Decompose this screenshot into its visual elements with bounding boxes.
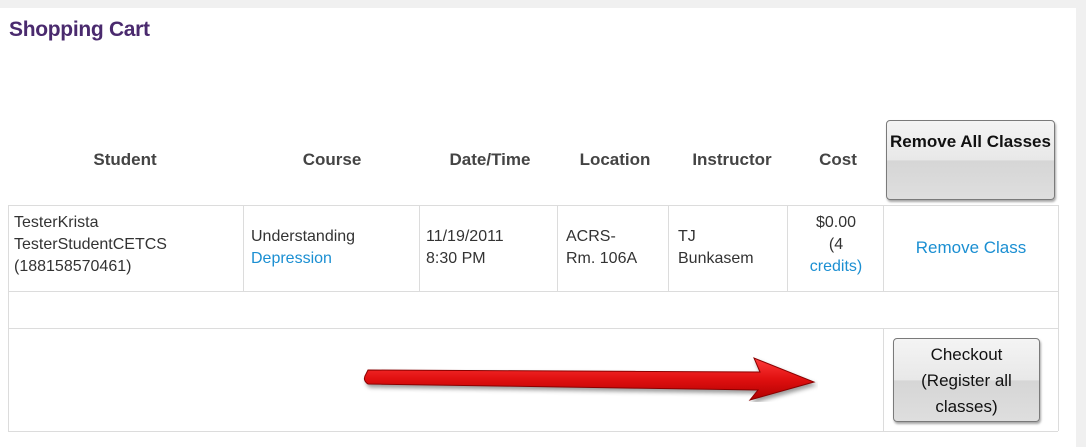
course-link[interactable]: Depression xyxy=(251,248,355,270)
header-datetime: Date/Time xyxy=(449,150,531,169)
instructor-last-name: Bunkasem xyxy=(678,250,754,267)
cost-cell: $0.00 (4 credits) xyxy=(792,212,880,278)
class-date: 11/19/2011 xyxy=(426,228,504,245)
column-divider xyxy=(419,205,420,291)
row-divider xyxy=(8,431,1058,432)
course-cell: Understanding Depression xyxy=(251,226,355,270)
column-divider xyxy=(1058,205,1059,431)
checkout-button[interactable]: Checkout (Register all classes) xyxy=(893,338,1040,422)
header-instructor: Instructor xyxy=(692,150,772,169)
row-divider xyxy=(8,205,1058,206)
student-id: (188158570461) xyxy=(14,258,132,275)
remove-class-link[interactable]: Remove Class xyxy=(884,237,1058,259)
row-divider xyxy=(8,291,1058,292)
column-divider xyxy=(668,205,669,291)
student-first-name: TesterKrista xyxy=(14,214,99,231)
row-divider xyxy=(8,328,1058,329)
location-cell: ACRS- Rm. 106A xyxy=(566,226,637,270)
student-last-name: TesterStudentCETCS xyxy=(14,236,167,253)
location-line1: ACRS- xyxy=(566,228,616,245)
location-line2: Rm. 106A xyxy=(566,250,638,267)
column-divider xyxy=(883,328,884,431)
column-divider xyxy=(243,205,244,291)
remove-all-classes-button[interactable]: Remove All Classes xyxy=(886,120,1055,200)
header-cost: Cost xyxy=(819,150,857,169)
page-title: Shopping Cart xyxy=(9,18,150,41)
datetime-cell: 11/19/2011 8:30 PM xyxy=(426,226,504,270)
column-divider xyxy=(787,205,788,291)
student-cell: TesterKrista TesterStudentCETCS (1881585… xyxy=(14,212,167,278)
header-location: Location xyxy=(579,150,651,169)
right-arrow-annotation-icon xyxy=(363,357,816,401)
credits-count: (4 xyxy=(828,236,844,253)
class-time: 8:30 PM xyxy=(426,250,486,267)
cost-amount: $0.00 xyxy=(815,214,857,231)
column-divider xyxy=(557,205,558,291)
instructor-cell: TJ Bunkasem xyxy=(678,226,754,270)
header-student: Student xyxy=(93,150,157,169)
credits-link[interactable]: credits) xyxy=(792,256,880,278)
course-name-line1: Understanding xyxy=(251,228,356,245)
header-course: Course xyxy=(302,150,362,169)
column-divider xyxy=(8,205,9,431)
instructor-first-name: TJ xyxy=(678,228,696,245)
